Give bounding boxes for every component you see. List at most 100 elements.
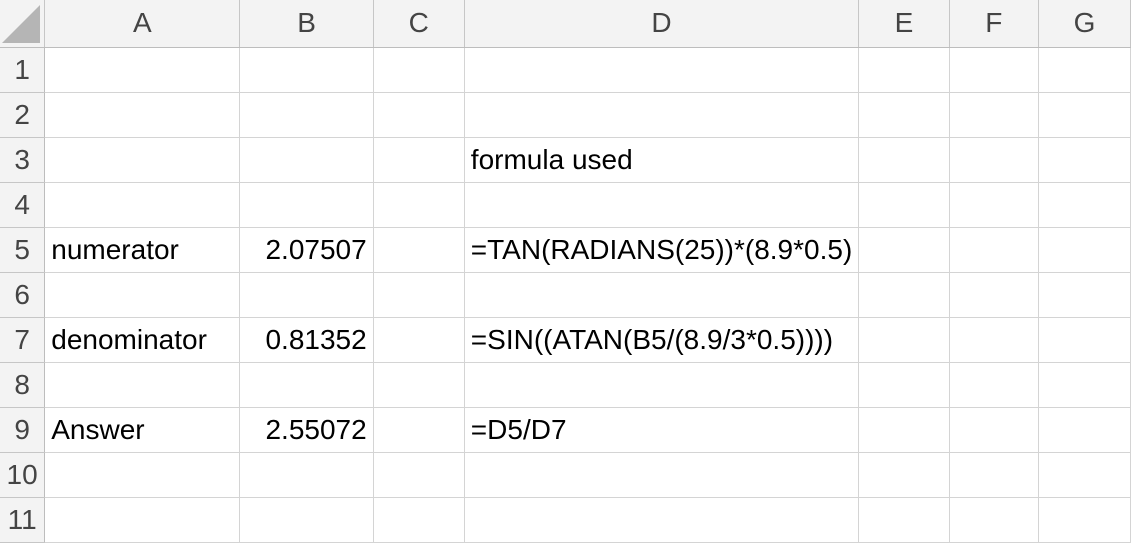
cell-c11[interactable] <box>373 497 465 543</box>
cell-d6[interactable] <box>464 272 860 318</box>
cell-e5[interactable] <box>858 227 950 273</box>
row-header[interactable]: 2 <box>0 92 46 138</box>
row-header[interactable]: 4 <box>0 182 46 228</box>
sheet-row: 1 <box>0 47 1131 93</box>
column-header-a[interactable]: A <box>44 0 241 48</box>
cell-e9[interactable] <box>858 407 950 453</box>
cell-f1[interactable] <box>949 47 1040 93</box>
cell-g8[interactable] <box>1038 362 1131 408</box>
cell-c5[interactable] <box>373 227 465 273</box>
cell-d4[interactable] <box>464 182 860 228</box>
cell-a2[interactable] <box>44 92 241 138</box>
cell-g9[interactable] <box>1038 407 1131 453</box>
cell-g5[interactable] <box>1038 227 1131 273</box>
cell-a1[interactable] <box>44 47 241 93</box>
cell-d3[interactable]: formula used <box>464 137 860 183</box>
cell-f7[interactable] <box>949 317 1040 363</box>
cell-d2[interactable] <box>464 92 860 138</box>
cell-d11[interactable] <box>464 497 860 543</box>
cell-g3[interactable] <box>1038 137 1131 183</box>
cell-b10[interactable] <box>239 452 374 498</box>
cell-c1[interactable] <box>373 47 465 93</box>
cell-f10[interactable] <box>949 452 1040 498</box>
cell-a10[interactable] <box>44 452 241 498</box>
cell-e6[interactable] <box>858 272 950 318</box>
cell-a9[interactable]: Answer <box>44 407 241 453</box>
cell-e4[interactable] <box>858 182 950 228</box>
cell-e10[interactable] <box>858 452 950 498</box>
cell-a3[interactable] <box>44 137 241 183</box>
cell-c2[interactable] <box>373 92 465 138</box>
cell-c9[interactable] <box>373 407 465 453</box>
select-all-corner[interactable] <box>0 0 46 48</box>
cell-g1[interactable] <box>1038 47 1131 93</box>
cell-g4[interactable] <box>1038 182 1131 228</box>
row-header[interactable]: 3 <box>0 137 46 183</box>
cell-b2[interactable] <box>239 92 374 138</box>
cell-b9[interactable]: 2.55072 <box>239 407 374 453</box>
column-header-e[interactable]: E <box>858 0 950 48</box>
cell-b5[interactable]: 2.07507 <box>239 227 374 273</box>
cell-a6[interactable] <box>44 272 241 318</box>
cell-b6[interactable] <box>239 272 374 318</box>
cell-a5[interactable]: numerator <box>44 227 241 273</box>
cell-c3[interactable] <box>373 137 465 183</box>
cell-b3[interactable] <box>239 137 374 183</box>
row-header[interactable]: 7 <box>0 317 46 363</box>
row-header[interactable]: 6 <box>0 272 46 318</box>
cell-b1[interactable] <box>239 47 374 93</box>
cell-b8[interactable] <box>239 362 374 408</box>
cell-g11[interactable] <box>1038 497 1131 543</box>
row-header[interactable]: 8 <box>0 362 46 408</box>
cell-d9[interactable]: =D5/D7 <box>464 407 860 453</box>
cell-c10[interactable] <box>373 452 465 498</box>
cell-e3[interactable] <box>858 137 950 183</box>
cell-a7[interactable]: denominator <box>44 317 241 363</box>
cell-f9[interactable] <box>949 407 1040 453</box>
sheet-row: 5 numerator 2.07507 =TAN(RADIANS(25))*(8… <box>0 227 1131 273</box>
cell-g7[interactable] <box>1038 317 1131 363</box>
cell-e11[interactable] <box>858 497 950 543</box>
cell-g6[interactable] <box>1038 272 1131 318</box>
cell-f5[interactable] <box>949 227 1040 273</box>
cell-e1[interactable] <box>858 47 950 93</box>
column-header-g[interactable]: G <box>1038 0 1131 48</box>
cell-f2[interactable] <box>949 92 1040 138</box>
cell-f6[interactable] <box>949 272 1040 318</box>
column-header-c[interactable]: C <box>373 0 465 48</box>
cell-d5[interactable]: =TAN(RADIANS(25))*(8.9*0.5) <box>464 227 860 273</box>
cell-g2[interactable] <box>1038 92 1131 138</box>
cell-b11[interactable] <box>239 497 374 543</box>
cell-a8[interactable] <box>44 362 241 408</box>
cell-b7[interactable]: 0.81352 <box>239 317 374 363</box>
cell-a4[interactable] <box>44 182 241 228</box>
cell-f8[interactable] <box>949 362 1040 408</box>
cell-f11[interactable] <box>949 497 1040 543</box>
row-header[interactable]: 9 <box>0 407 46 453</box>
cell-b4[interactable] <box>239 182 374 228</box>
column-header-d[interactable]: D <box>464 0 860 48</box>
cell-c7[interactable] <box>373 317 465 363</box>
cell-c4[interactable] <box>373 182 465 228</box>
row-header[interactable]: 10 <box>0 452 46 498</box>
sheet-row: 11 <box>0 497 1131 543</box>
cell-e7[interactable] <box>858 317 950 363</box>
cell-d8[interactable] <box>464 362 860 408</box>
cell-g10[interactable] <box>1038 452 1131 498</box>
cell-f3[interactable] <box>949 137 1040 183</box>
cell-e2[interactable] <box>858 92 950 138</box>
column-header-f[interactable]: F <box>949 0 1040 48</box>
cell-a11[interactable] <box>44 497 241 543</box>
cell-c6[interactable] <box>373 272 465 318</box>
cell-d10[interactable] <box>464 452 860 498</box>
cell-table: A B C D E F G 1 2 3 formula used 4 5 num… <box>0 0 1131 543</box>
cell-c8[interactable] <box>373 362 465 408</box>
cell-d1[interactable] <box>464 47 860 93</box>
row-header[interactable]: 11 <box>0 497 46 543</box>
column-header-b[interactable]: B <box>239 0 374 48</box>
cell-d7[interactable]: =SIN((ATAN(B5/(8.9/3*0.5)))) <box>464 317 860 363</box>
cell-e8[interactable] <box>858 362 950 408</box>
row-header[interactable]: 1 <box>0 47 46 93</box>
row-header[interactable]: 5 <box>0 227 46 273</box>
cell-f4[interactable] <box>949 182 1040 228</box>
